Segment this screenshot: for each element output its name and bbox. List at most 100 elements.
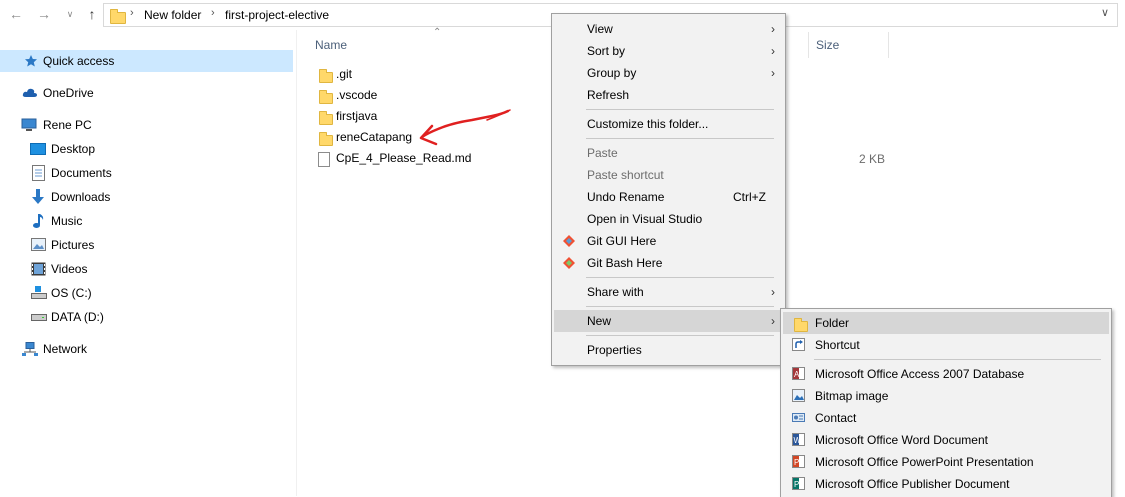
- breadcrumb-separator-icon[interactable]: ›: [130, 7, 134, 19]
- nav-label: Downloads: [51, 190, 111, 204]
- nav-item-data-d[interactable]: DATA (D:): [0, 306, 293, 328]
- network-icon: [22, 342, 38, 356]
- music-icon: [33, 214, 44, 228]
- new-submenu: Folder Shortcut A Microsoft Office Acces…: [780, 308, 1112, 497]
- document-icon: [318, 152, 330, 167]
- submenu-item-label: Folder: [815, 316, 850, 330]
- submenu-arrow-icon: ›: [771, 22, 775, 36]
- nav-label: Documents: [51, 166, 112, 180]
- menu-item-label: Customize this folder...: [587, 117, 709, 131]
- menu-item-label: View: [587, 22, 613, 36]
- menu-item-paste[interactable]: Paste: [554, 142, 783, 164]
- back-arrow-icon[interactable]: ←: [8, 6, 24, 22]
- nav-label: Desktop: [51, 142, 96, 156]
- file-name: .git: [336, 67, 353, 81]
- menu-item-label: Sort by: [587, 44, 626, 58]
- column-separator[interactable]: [888, 32, 889, 58]
- breadcrumb-new-folder[interactable]: New folder: [144, 8, 201, 22]
- nav-label: Videos: [51, 262, 88, 276]
- submenu-arrow-icon: ›: [771, 285, 775, 299]
- file-row[interactable]: .git: [314, 64, 550, 85]
- menu-separator: [814, 359, 1101, 360]
- file-size: 2 KB: [859, 152, 886, 166]
- recent-locations-chevron-icon[interactable]: ∨: [62, 6, 78, 22]
- menu-item-customize-folder[interactable]: Customize this folder...: [554, 113, 783, 135]
- nav-item-rene-pc[interactable]: Rene PC: [0, 114, 293, 136]
- submenu-item-folder[interactable]: Folder: [783, 312, 1109, 334]
- documents-icon: [32, 165, 45, 181]
- column-header-name[interactable]: Name: [315, 38, 347, 52]
- cloud-icon: [22, 88, 37, 97]
- folder-icon: [319, 69, 333, 83]
- folder-icon: [319, 132, 333, 146]
- menu-item-label: Paste: [587, 146, 618, 160]
- menu-item-undo-rename[interactable]: Undo Rename Ctrl+Z: [554, 186, 783, 208]
- svg-text:P: P: [794, 458, 799, 467]
- menu-item-refresh[interactable]: Refresh: [554, 84, 783, 106]
- menu-separator: [586, 335, 774, 336]
- submenu-item-label: Bitmap image: [815, 389, 889, 403]
- folder-icon: [110, 9, 126, 24]
- menu-item-open-in-visual-studio[interactable]: Open in Visual Studio: [554, 208, 783, 230]
- drive-icon: [31, 314, 47, 321]
- nav-item-documents[interactable]: Documents: [0, 162, 293, 184]
- svg-text:W: W: [794, 436, 802, 445]
- publisher-document-icon: P: [792, 477, 805, 490]
- address-dropdown-chevron-icon[interactable]: ∨: [1101, 6, 1109, 19]
- nav-item-pictures[interactable]: Pictures: [0, 234, 293, 256]
- submenu-item-shortcut[interactable]: Shortcut: [783, 334, 1109, 356]
- download-icon: [32, 189, 44, 204]
- nav-item-quick-access[interactable]: Quick access: [0, 50, 293, 72]
- forward-arrow-icon[interactable]: →: [36, 6, 52, 22]
- submenu-item-label: Microsoft Office Publisher Document: [815, 477, 1010, 491]
- nav-item-network[interactable]: Network: [0, 338, 293, 360]
- submenu-item-bitmap-image[interactable]: Bitmap image: [783, 385, 1109, 407]
- menu-item-properties[interactable]: Properties: [554, 339, 783, 361]
- nav-item-os-c[interactable]: OS (C:): [0, 282, 293, 304]
- menu-item-sort-by[interactable]: Sort by ›: [554, 40, 783, 62]
- submenu-item-powerpoint-presentation[interactable]: P Microsoft Office PowerPoint Presentati…: [783, 451, 1109, 473]
- powerpoint-presentation-icon: P: [792, 455, 805, 468]
- nav-item-desktop[interactable]: Desktop: [0, 138, 293, 160]
- menu-item-label: Share with: [587, 285, 644, 299]
- nav-label: Quick access: [43, 54, 115, 68]
- nav-item-music[interactable]: Music: [0, 210, 293, 232]
- nav-item-onedrive[interactable]: OneDrive: [0, 82, 293, 104]
- menu-item-shortcut: Ctrl+Z: [733, 190, 766, 204]
- menu-separator: [586, 277, 774, 278]
- menu-item-label: Group by: [587, 66, 637, 80]
- nav-item-videos[interactable]: Videos: [0, 258, 293, 280]
- menu-item-label: Refresh: [587, 88, 630, 102]
- submenu-arrow-icon: ›: [771, 66, 775, 80]
- breadcrumb-first-project-elective[interactable]: first-project-elective: [225, 8, 329, 22]
- menu-item-paste-shortcut[interactable]: Paste shortcut: [554, 164, 783, 186]
- menu-item-label: Git Bash Here: [587, 256, 663, 270]
- submenu-item-publisher-document[interactable]: P Microsoft Office Publisher Document: [783, 473, 1109, 495]
- column-separator[interactable]: [808, 32, 809, 58]
- menu-item-view[interactable]: View ›: [554, 18, 783, 40]
- shortcut-icon: [792, 338, 805, 351]
- submenu-item-label: Contact: [815, 411, 857, 425]
- menu-item-label: Undo Rename: [587, 190, 665, 204]
- file-row[interactable]: CpE_4_Please_Read.md: [314, 148, 550, 169]
- submenu-item-label: Microsoft Office Word Document: [815, 433, 988, 447]
- nav-item-downloads[interactable]: Downloads: [0, 186, 293, 208]
- nav-label: DATA (D:): [51, 310, 104, 324]
- submenu-item-access-database[interactable]: A Microsoft Office Access 2007 Database: [783, 363, 1109, 385]
- svg-text:P: P: [794, 480, 799, 489]
- annotation-arrow-icon: [419, 109, 511, 146]
- nav-label: OS (C:): [51, 286, 92, 300]
- up-arrow-icon[interactable]: ↑: [84, 6, 100, 22]
- menu-item-new[interactable]: New ›: [554, 310, 783, 332]
- menu-item-group-by[interactable]: Group by ›: [554, 62, 783, 84]
- menu-item-git-bash-here[interactable]: Git Bash Here: [554, 252, 783, 274]
- git-bash-icon: [563, 257, 575, 269]
- submenu-item-word-document[interactable]: W Microsoft Office Word Document: [783, 429, 1109, 451]
- menu-item-share-with[interactable]: Share with ›: [554, 281, 783, 303]
- menu-item-git-gui-here[interactable]: Git GUI Here: [554, 230, 783, 252]
- column-header-size[interactable]: Size: [816, 38, 839, 52]
- file-name: CpE_4_Please_Read.md: [336, 151, 472, 165]
- breadcrumb-separator-icon[interactable]: ›: [211, 7, 215, 19]
- submenu-item-contact[interactable]: Contact: [783, 407, 1109, 429]
- pane-divider[interactable]: [296, 30, 297, 496]
